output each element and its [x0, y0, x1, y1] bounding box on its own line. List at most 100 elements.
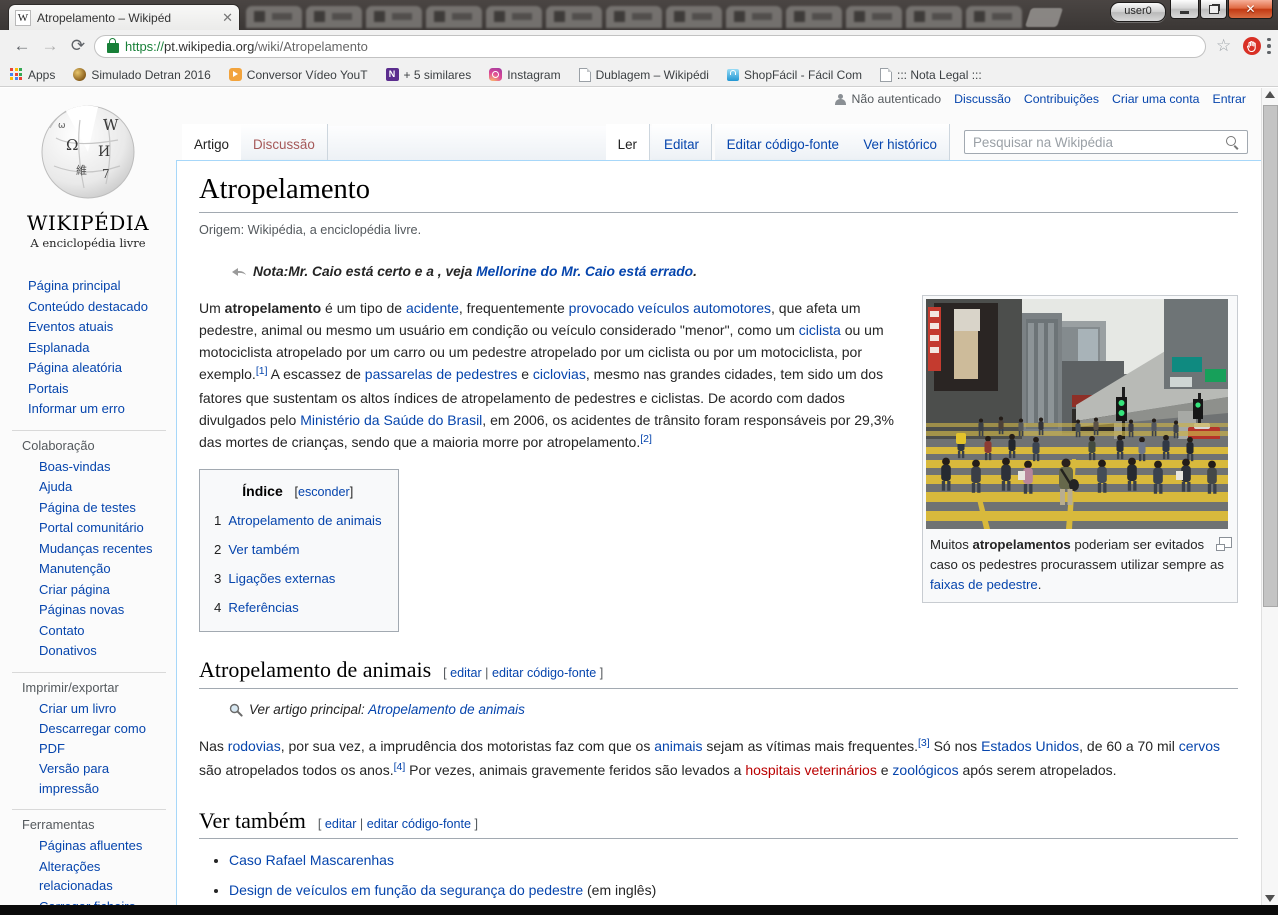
bookmark-item[interactable]: ShopFácil - Fácil Com	[726, 68, 862, 82]
sidebar-item[interactable]: Esplanada	[28, 338, 176, 358]
sidebar-item[interactable]: Página principal	[28, 276, 176, 296]
tab-ler[interactable]: Ler	[605, 124, 650, 161]
inactive-tab[interactable]	[666, 6, 722, 28]
tab-editar-codigo-fonte[interactable]: Editar código-fonte	[714, 124, 852, 161]
scroll-up-arrow-icon[interactable]	[1265, 91, 1275, 98]
bookmark-star-icon[interactable]: ☆	[1216, 36, 1231, 56]
sidebar-item[interactable]: Página aleatória	[28, 358, 176, 378]
eua-link[interactable]: Estados Unidos	[981, 738, 1079, 754]
article-thumbnail[interactable]: Muitos atropelamentos poderiam ser evita…	[922, 295, 1238, 603]
inactive-tab[interactable]	[846, 6, 902, 28]
tab-artigo[interactable]: Artigo	[182, 124, 242, 161]
forward-icon[interactable]: →	[38, 34, 62, 58]
sidebar-item[interactable]: Boas-vindas	[39, 457, 172, 477]
toc-item[interactable]: 4 Referências	[214, 597, 382, 619]
search-icon[interactable]	[1226, 135, 1239, 149]
sidebar-item[interactable]: Informar um erro	[28, 399, 176, 419]
inactive-tab[interactable]	[486, 6, 542, 28]
ref-2[interactable]: [2]	[640, 433, 652, 445]
sidebar-item[interactable]: Eventos atuais	[28, 317, 176, 337]
edit-source-link[interactable]: editar código-fonte	[367, 817, 471, 831]
bookmark-item[interactable]: Simulado Detran 2016	[73, 68, 211, 82]
faixas-link[interactable]: faixas de pedestre	[930, 577, 1038, 592]
toc-item[interactable]: 1 Atropelamento de animais	[214, 510, 382, 532]
sidebar-item[interactable]: Alterações relacionadas	[39, 857, 172, 896]
ciclista-link[interactable]: ciclista	[799, 322, 841, 338]
sidebar-item[interactable]: Carregar ficheiro	[39, 897, 172, 906]
sidebar-item[interactable]: Páginas afluentes	[39, 836, 172, 856]
sidebar-item[interactable]: Conteúdo destacado	[28, 297, 176, 317]
sidebar-item[interactable]: Portais	[28, 379, 176, 399]
ref-4[interactable]: [4]	[394, 761, 406, 773]
bookmark-item[interactable]: N + 5 similares	[385, 68, 471, 82]
scroll-down-arrow-icon[interactable]	[1265, 895, 1275, 902]
ref-3[interactable]: [3]	[918, 737, 930, 749]
sidebar-item[interactable]: Ajuda	[39, 477, 172, 497]
sidebar-item[interactable]: Criar um livro	[39, 699, 172, 719]
window-close-button[interactable]: ✕	[1228, 0, 1273, 19]
artigo-principal-link[interactable]: Atropelamento de animais	[368, 702, 525, 717]
maximize-button[interactable]	[1200, 0, 1227, 19]
enlarge-icon[interactable]	[1216, 537, 1232, 552]
inactive-tab[interactable]	[606, 6, 662, 28]
bookmark-item[interactable]: Dublagem – Wikipédi	[578, 67, 709, 82]
personal-discussao-link[interactable]: Discussão	[954, 92, 1011, 106]
ministerio-link[interactable]: Ministério da Saúde do Brasil	[300, 412, 482, 428]
personal-entrar-link[interactable]: Entrar	[1213, 92, 1247, 106]
wikipedia-logo[interactable]: W Ω И 維 7 ω WIKIPÉDIA A enciclopédia liv…	[0, 88, 176, 250]
inactive-tab[interactable]	[966, 6, 1022, 28]
bookmark-item[interactable]: Conversor Vídeo YouT	[228, 68, 368, 82]
toc-item[interactable]: 2 Ver também	[214, 539, 382, 561]
inactive-tab[interactable]	[726, 6, 782, 28]
inactive-tab[interactable]	[306, 6, 362, 28]
blocker-extension-icon[interactable]	[1243, 37, 1261, 55]
sidebar-item[interactable]: Portal comunitário	[39, 518, 172, 538]
animais-link[interactable]: animais	[654, 738, 702, 754]
padlock-icon[interactable]	[107, 38, 119, 53]
back-icon[interactable]: ←	[10, 34, 34, 58]
design-veiculos-link[interactable]: Design de veículos em função da seguranç…	[229, 882, 583, 898]
tab-close-icon[interactable]: ✕	[222, 11, 233, 24]
browser-menu-icon[interactable]	[1267, 35, 1271, 57]
inactive-tab[interactable]	[546, 6, 602, 28]
sidebar-item[interactable]: Manutenção	[39, 559, 172, 579]
sidebar-item[interactable]: Criar página	[39, 580, 172, 600]
sidebar-item[interactable]: Páginas novas	[39, 600, 172, 620]
apps-shortcut[interactable]: Apps	[10, 68, 55, 82]
veiculos-link[interactable]: provocado veículos automotores	[569, 300, 771, 316]
inactive-tab[interactable]	[786, 6, 842, 28]
personal-criar-conta-link[interactable]: Criar uma conta	[1112, 92, 1199, 106]
passarelas-link[interactable]: passarelas de pedestres	[365, 366, 518, 382]
bookmark-item[interactable]: Instagram	[489, 68, 561, 82]
sidebar-item[interactable]: Descarregar como PDF	[39, 719, 172, 758]
ref-1[interactable]: [1]	[256, 365, 268, 377]
zoologicos-link[interactable]: zoológicos	[892, 762, 958, 778]
edit-source-link[interactable]: editar código-fonte	[492, 666, 596, 680]
ciclovias-link[interactable]: ciclovias	[533, 366, 586, 382]
crosswalk-photo[interactable]	[926, 299, 1228, 530]
sidebar-item[interactable]: Mudanças recentes	[39, 539, 172, 559]
vertical-scrollbar[interactable]	[1261, 88, 1278, 905]
reload-icon[interactable]: ⟳	[66, 34, 90, 58]
personal-contribuicoes-link[interactable]: Contribuições	[1024, 92, 1099, 106]
bookmark-item[interactable]: ::: Nota Legal :::	[880, 67, 982, 82]
sidebar-item[interactable]: Contato	[39, 621, 172, 641]
scrollbar-thumb[interactable]	[1263, 105, 1278, 607]
inactive-tab[interactable]	[906, 6, 962, 28]
cervos-link[interactable]: cervos	[1179, 738, 1220, 754]
browser-tab-active[interactable]: W Atropelamento – Wikipéd ✕	[8, 4, 240, 30]
caso-rafael-link[interactable]: Caso Rafael Mascarenhas	[229, 852, 394, 868]
rodovias-link[interactable]: rodovias	[228, 738, 281, 754]
sidebar-item[interactable]: Donativos	[39, 641, 172, 661]
address-bar[interactable]: https://pt.wikipedia.org/wiki/Atropelame…	[94, 35, 1206, 58]
hospitais-redlink[interactable]: hospitais veterinários	[745, 762, 877, 778]
sidebar-item[interactable]: Página de testes	[39, 498, 172, 518]
toc-hide-link[interactable]: esconder	[298, 485, 350, 499]
acidente-link[interactable]: acidente	[406, 300, 459, 316]
sidebar-item[interactable]: Versão para impressão	[39, 759, 172, 798]
mellorine-link[interactable]: Mellorine do Mr. Caio está errado	[476, 264, 693, 279]
edit-link[interactable]: editar	[450, 666, 482, 680]
inactive-tab[interactable]	[426, 6, 482, 28]
toc-item[interactable]: 3 Ligações externas	[214, 568, 382, 590]
minimize-button[interactable]	[1170, 0, 1199, 19]
